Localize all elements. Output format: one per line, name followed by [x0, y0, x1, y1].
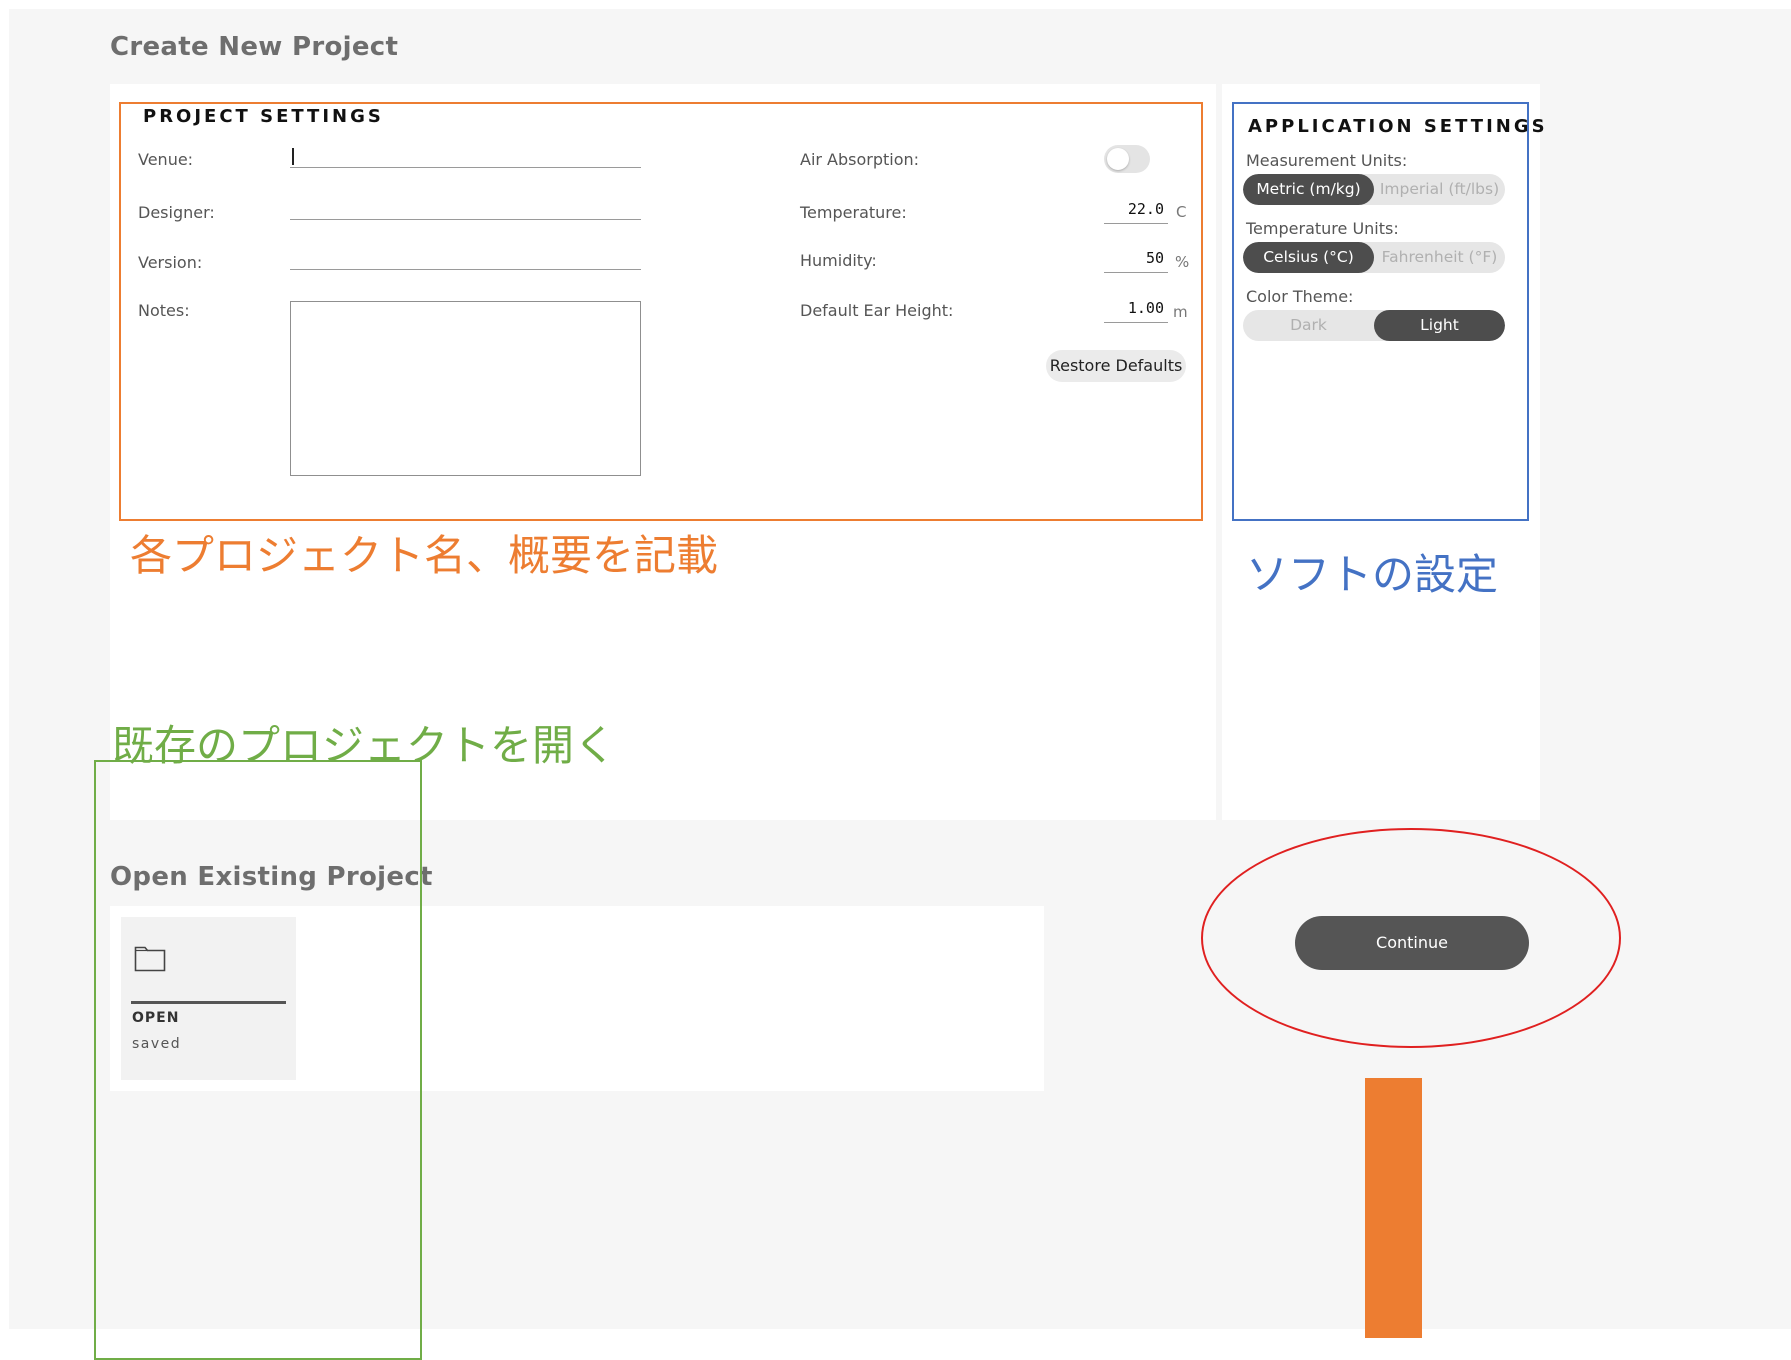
- project-settings-note: 各プロジェクト名、概要を記載: [130, 531, 719, 580]
- open-project-highlight: [94, 760, 422, 1360]
- application-settings-highlight: [1232, 102, 1529, 521]
- create-project-title: Create New Project: [110, 32, 399, 62]
- continue-highlight-ellipse: [1201, 828, 1621, 1048]
- orange-arrow-indicator: [1365, 1078, 1422, 1338]
- project-settings-highlight: [119, 102, 1203, 521]
- software-settings-note: ソフトの設定: [1246, 550, 1499, 599]
